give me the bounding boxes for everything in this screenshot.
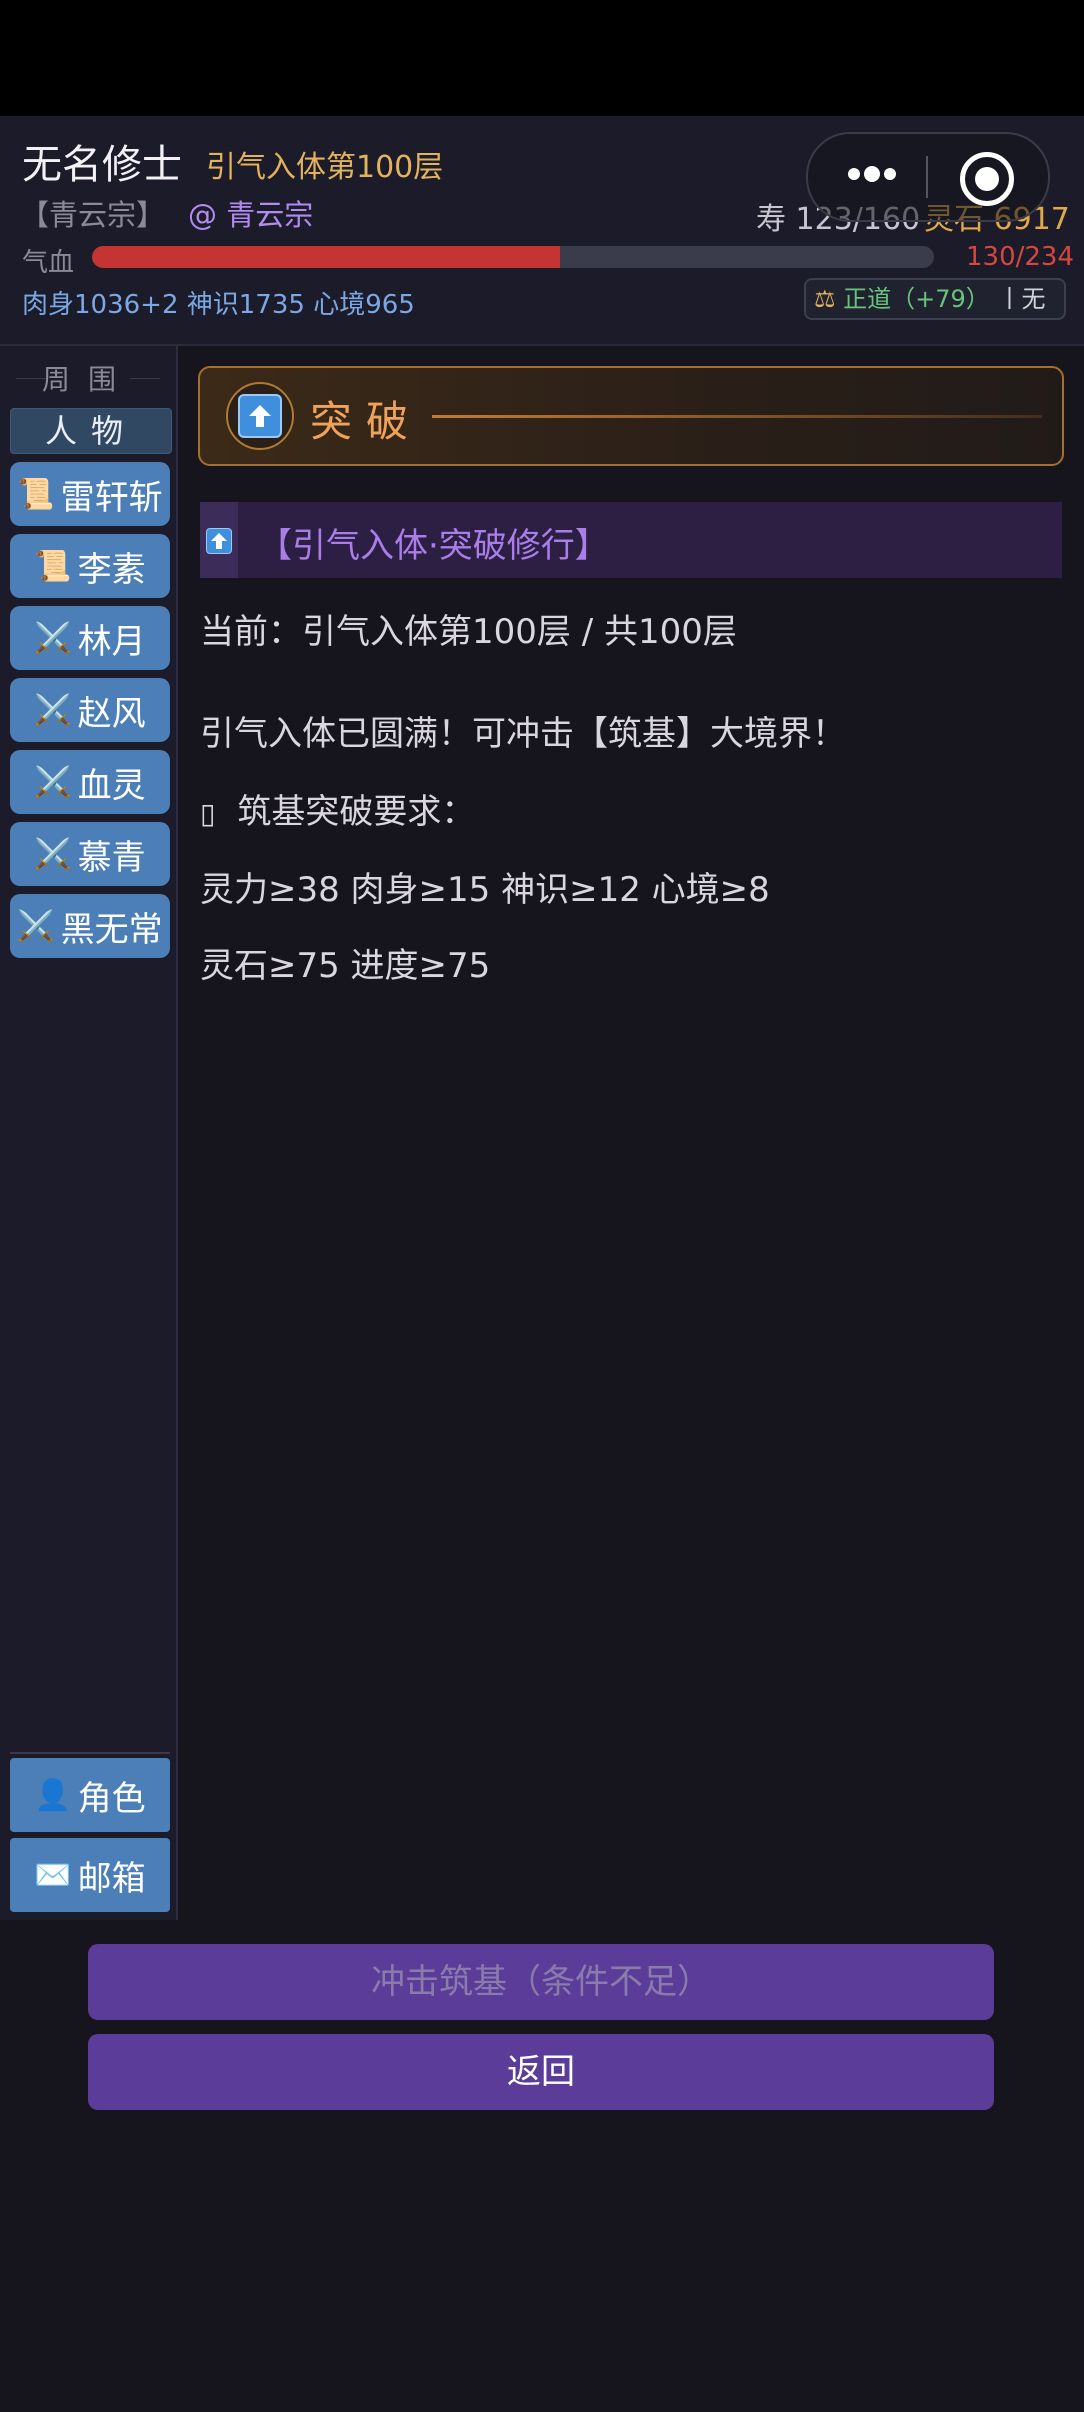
crossed-swords-icon: ⚔️	[34, 692, 72, 728]
character-name: 赵风	[77, 693, 146, 734]
character-name: 慕青	[77, 837, 146, 878]
hp-value: 130/234	[966, 242, 1075, 272]
sidebar-character-button[interactable]: 📜 雷轩斩	[10, 462, 170, 526]
player-name: 无名修士	[22, 142, 182, 188]
sidebar-character-button[interactable]: 📜 李素	[10, 534, 170, 598]
sidebar-nav-button[interactable]: ✉️ 邮箱	[10, 1838, 170, 1912]
player-header: 无名修士 引气入体第100层 【青云宗】 @ 青云宗 寿 123/160 灵石 …	[0, 116, 1084, 346]
requirements-title: 筑基突破要求：	[237, 792, 476, 832]
crossed-swords-icon: ⚔️	[34, 764, 72, 800]
breakthrough-button[interactable]: 冲击筑基（条件不足）	[88, 1944, 994, 2020]
more-menu-icon[interactable]	[842, 160, 902, 190]
sidebar-character-button[interactable]: ⚔️ 血灵	[10, 750, 170, 814]
sidebar-divider	[10, 1752, 170, 1754]
sidebar-nav-button[interactable]: 👤 角色	[10, 1758, 170, 1832]
nav-label: 邮箱	[77, 1858, 146, 1899]
person-icon: 👤	[34, 1777, 72, 1813]
sidebar-character-button[interactable]: ⚔️ 赵风	[10, 678, 170, 742]
character-name: 林月	[77, 621, 146, 662]
requirements-line-2: 灵石≥75 进度≥75	[200, 946, 491, 986]
sidebar: 周围 人物 📜 雷轩斩 📜 李素 ⚔️ 林月 ⚔️ 赵风 ⚔️ 血灵 ⚔️ 慕青 ⚔️ 黑无常 👤 角色 ✉️…	[0, 346, 178, 1920]
alignment-value: 正道（+79）	[843, 285, 990, 313]
cultivation-realm: 引气入体第100层	[206, 150, 444, 185]
character-name: 黑无常	[60, 909, 163, 950]
crossed-swords-icon: ⚔️	[34, 620, 72, 656]
status-bar	[0, 0, 1084, 116]
crossed-swords-icon: ⚔️	[34, 836, 72, 872]
alignment-badge[interactable]: ⚖ 正道（+79） 丨无	[804, 278, 1066, 320]
breakthrough-emblem	[226, 382, 294, 450]
sidebar-section-characters: 人物	[10, 408, 172, 454]
sidebar-character-button[interactable]: ⚔️ 慕青	[10, 822, 170, 886]
up-arrow-icon	[238, 394, 282, 438]
envelope-icon: ✉️	[34, 1857, 72, 1893]
character-name: 血灵	[77, 765, 146, 806]
back-button[interactable]: 返回	[88, 2034, 994, 2110]
character-name: 雷轩斩	[60, 477, 163, 518]
requirements-title-row: ▯ 筑基突破要求：	[200, 784, 475, 833]
panel-title: 突破	[310, 397, 423, 446]
sect-name: 【青云宗】	[20, 198, 166, 232]
section-title: 【引气入体·突破修行】	[258, 526, 609, 566]
alignment-extra: 丨无	[997, 285, 1046, 313]
capsule-divider	[926, 156, 928, 198]
current-level: 当前：引气入体第100层 / 共100层	[200, 612, 737, 652]
sect-link[interactable]: @ 青云宗	[188, 192, 313, 234]
up-arrow-icon	[206, 528, 232, 554]
hp-bar-fill	[92, 246, 561, 268]
breakthrough-message: 引气入体已圆满！可冲击【筑基】大境界！	[200, 714, 846, 754]
crossed-swords-icon: ⚔️	[17, 908, 55, 944]
sidebar-character-button[interactable]: ⚔️ 黑无常	[10, 894, 170, 958]
hp-label: 气血	[22, 248, 75, 278]
breakthrough-header: 突破	[198, 366, 1064, 466]
missing-glyph-icon: ▯	[200, 797, 216, 830]
miniprogram-capsule	[806, 132, 1050, 222]
scroll-icon: 📜	[17, 476, 55, 512]
player-stats: 肉身1036+2 神识1735 心境965	[22, 290, 415, 320]
section-banner: 【引气入体·突破修行】	[200, 502, 1062, 578]
nav-label: 角色	[77, 1778, 146, 1819]
scroll-icon: 📜	[34, 548, 72, 584]
hp-bar	[92, 246, 934, 268]
requirements-line-1: 灵力≥38 肉身≥15 神识≥12 心境≥8	[200, 870, 770, 910]
character-name: 李素	[77, 549, 146, 590]
title-divider	[432, 415, 1042, 418]
sidebar-character-button[interactable]: ⚔️ 林月	[10, 606, 170, 670]
balance-scale-icon: ⚖	[814, 285, 836, 313]
close-miniprogram-icon[interactable]	[960, 152, 1014, 206]
sidebar-title: 周围	[0, 358, 176, 398]
